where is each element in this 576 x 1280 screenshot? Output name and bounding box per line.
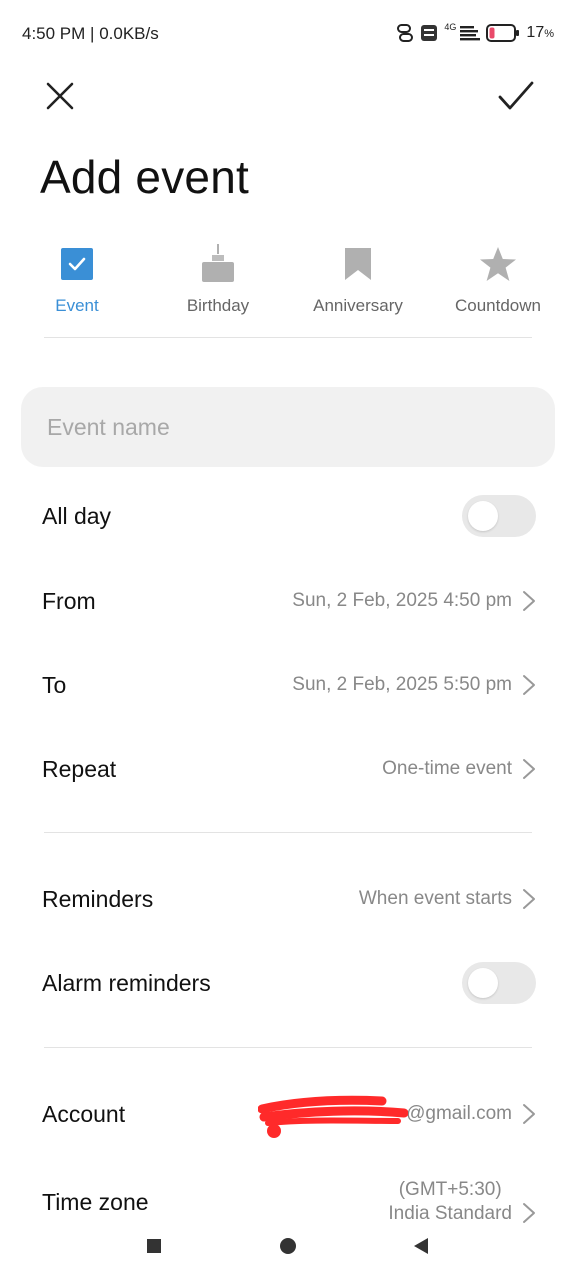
type-countdown[interactable]: Countdown (428, 240, 568, 316)
redaction-scribble (258, 1095, 409, 1138)
account-value: @gmail.com (406, 1103, 512, 1124)
reminders-label: Reminders (42, 885, 154, 912)
alarm-reminders-toggle[interactable] (462, 962, 536, 1004)
battery-unit: % (544, 28, 554, 40)
time-zone-row[interactable]: Time zone (GMT+5:30) India Standard (42, 1160, 536, 1226)
type-anniversary[interactable]: Anniversary (288, 240, 428, 316)
reminders-value: When event starts (358, 888, 512, 909)
cake-icon (202, 244, 234, 282)
checkbox-icon (61, 248, 93, 280)
time-zone-offset: (GMT+5:30) (398, 1179, 502, 1200)
type-anniversary-label: Anniversary (313, 296, 403, 315)
status-bar-right: 4G 17% (396, 22, 554, 43)
type-countdown-label: Countdown (454, 296, 541, 315)
time-zone-value: (GMT+5:30) India Standard (388, 1178, 512, 1226)
back-icon[interactable] (413, 1237, 429, 1255)
from-value: Sun, 2 Feb, 2025 4:50 pm (292, 590, 512, 611)
repeat-value: One-time event (382, 758, 512, 779)
recents-icon[interactable] (146, 1238, 162, 1254)
star-icon (480, 247, 516, 281)
status-speed: 0.0KB/s (99, 24, 159, 43)
battery-percent: 17 (526, 24, 545, 41)
type-birthday[interactable]: Birthday (148, 240, 288, 316)
to-row[interactable]: To Sun, 2 Feb, 2025 5:50 pm (42, 660, 536, 710)
account-row[interactable]: Account @gmail.com (42, 1089, 536, 1139)
repeat-row[interactable]: Repeat One-time event (42, 744, 536, 794)
close-button[interactable] (38, 74, 82, 118)
reminders-row[interactable]: Reminders When event starts (42, 874, 536, 924)
chevron-right-icon (523, 675, 535, 695)
close-icon (46, 82, 74, 110)
divider (44, 832, 532, 833)
chevron-right-icon (523, 889, 535, 909)
to-value: Sun, 2 Feb, 2025 5:50 pm (292, 674, 512, 695)
status-time: 4:50 PM (22, 24, 86, 43)
dual-sim-icon (397, 24, 414, 42)
navigation-bar (0, 1220, 576, 1270)
type-event-label: Event (55, 296, 99, 315)
toggle-knob (468, 501, 498, 531)
all-day-toggle[interactable] (462, 495, 536, 537)
from-row[interactable]: From Sun, 2 Feb, 2025 4:50 pm (42, 576, 536, 626)
type-birthday-label: Birthday (186, 296, 250, 315)
from-label: From (42, 587, 96, 614)
all-day-row[interactable]: All day (42, 491, 536, 541)
check-icon (498, 81, 534, 110)
bookmark-icon (345, 248, 371, 280)
network-type: 4G (444, 22, 457, 32)
event-name-input[interactable] (45, 412, 529, 442)
divider (44, 1047, 532, 1048)
volte-icon (421, 25, 438, 41)
alarm-reminders-row[interactable]: Alarm reminders (42, 958, 536, 1008)
type-event[interactable]: Event (7, 240, 147, 316)
to-label: To (42, 671, 67, 698)
repeat-label: Repeat (42, 755, 117, 782)
battery-icon (486, 24, 520, 42)
confirm-button[interactable] (494, 74, 538, 118)
chevron-right-icon (523, 1104, 535, 1124)
chevron-right-icon (523, 759, 535, 779)
chevron-right-icon (523, 591, 535, 611)
toggle-knob (468, 968, 498, 998)
event-name-field[interactable] (21, 387, 555, 467)
divider (44, 337, 532, 338)
status-bar-left: 4:50 PM | 0.0KB/s (22, 24, 159, 43)
page-title: Add event (40, 151, 249, 203)
signal-icon (460, 26, 481, 41)
alarm-reminders-label: Alarm reminders (42, 969, 211, 996)
all-day-label: All day (42, 502, 112, 529)
event-type-selector: Event Birthday Anniversary Countdown (0, 240, 576, 320)
account-label: Account (42, 1100, 126, 1127)
home-icon[interactable] (279, 1237, 297, 1255)
